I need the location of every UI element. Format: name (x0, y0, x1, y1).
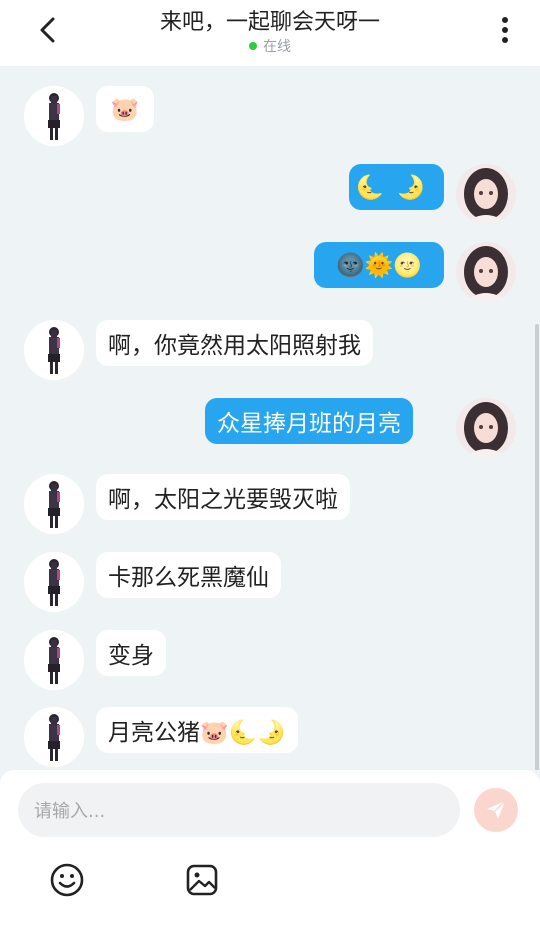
image-button[interactable] (182, 860, 222, 900)
online-dot-icon (249, 42, 257, 50)
chat-scrollbar[interactable] (535, 324, 539, 770)
message-bubble[interactable]: 众星捧月班的月亮 (205, 398, 413, 444)
message-bubble[interactable]: 啊，你竟然用太阳照射我 (96, 320, 373, 366)
message-bubble[interactable]: 🌜🌛 (349, 164, 444, 210)
send-icon (487, 800, 506, 819)
more-vertical-icon (502, 17, 508, 43)
avatar[interactable] (24, 707, 84, 767)
online-status-label: 在线 (263, 39, 291, 55)
message-bubble[interactable]: 变身 (96, 630, 166, 676)
message-input[interactable]: 请输入... (18, 783, 460, 837)
avatar[interactable] (456, 242, 516, 302)
more-menu-button[interactable] (490, 10, 520, 50)
avatar[interactable] (24, 552, 84, 612)
online-status: 在线 (0, 36, 540, 56)
image-icon (186, 864, 218, 896)
message-list[interactable]: 🐷 🌜🌛 🌚🌞🌝 啊，你竟然用太阳照射我 众星捧月班的月亮 啊，太阳之光要毁灭啦… (0, 66, 540, 770)
message-composer: 请输入... (0, 770, 540, 926)
message-bubble[interactable]: 🐷 (96, 86, 154, 132)
message-bubble[interactable]: 🌚🌞🌝 (314, 242, 444, 288)
smiley-icon (50, 863, 84, 897)
avatar[interactable] (24, 474, 84, 534)
avatar[interactable] (456, 164, 516, 224)
avatar[interactable] (456, 398, 516, 458)
send-button[interactable] (474, 788, 518, 832)
avatar[interactable] (24, 320, 84, 380)
message-bubble[interactable]: 月亮公猪🐷🌜🌛 (96, 707, 298, 753)
chat-title: 来吧，一起聊会天呀一 (159, 10, 380, 35)
chat-header: 来吧，一起聊会天呀一 在线 (0, 0, 540, 66)
avatar[interactable] (24, 86, 84, 146)
emoji-button[interactable] (47, 860, 87, 900)
avatar[interactable] (24, 630, 84, 690)
message-bubble[interactable]: 卡那么死黑魔仙 (96, 552, 281, 598)
message-bubble[interactable]: 啊，太阳之光要毁灭啦 (96, 474, 350, 520)
